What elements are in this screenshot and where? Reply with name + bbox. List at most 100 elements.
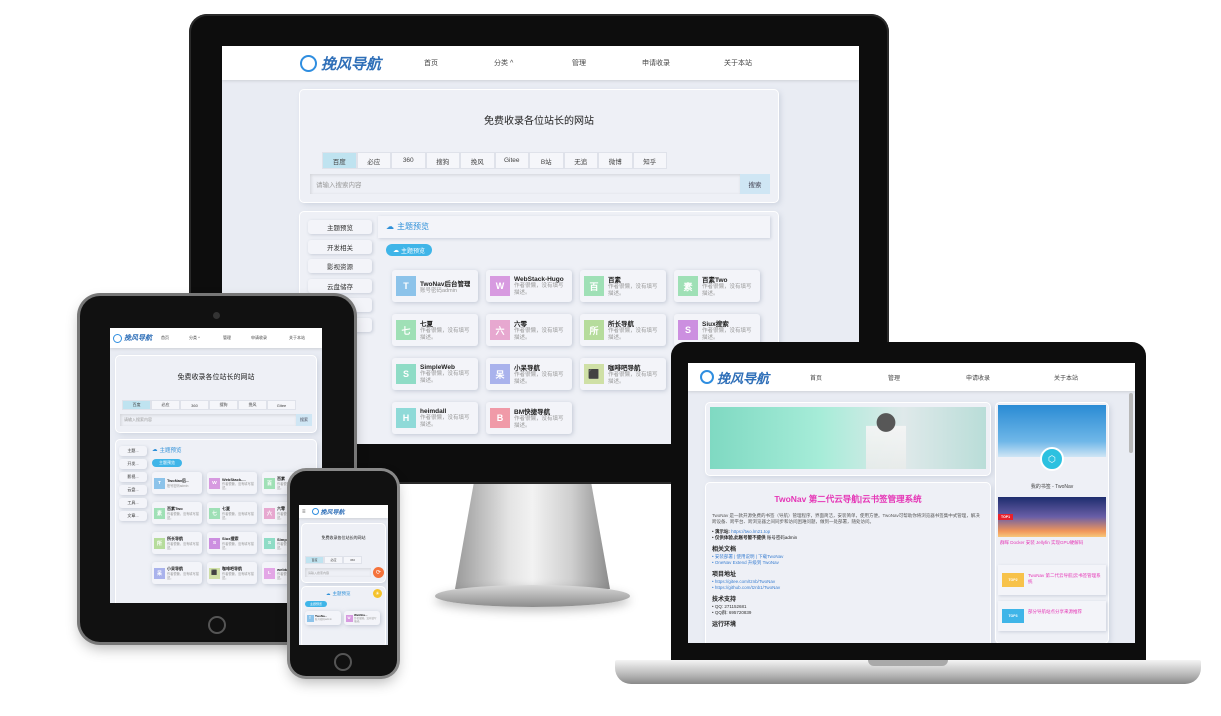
- search-button[interactable]: 搜索: [740, 174, 770, 194]
- section-pill[interactable]: 主题预览: [305, 601, 327, 607]
- site-card[interactable]: W WebStack-Hugo 作者很懒，没有填写描述。: [486, 270, 572, 302]
- blog-logo[interactable]: 挽风导航: [700, 368, 810, 387]
- search-tab[interactable]: B站: [529, 152, 564, 169]
- site-card[interactable]: 七七夏 作者很懒，没有填写描述。: [392, 314, 478, 346]
- search-tab[interactable]: 搜狗: [209, 400, 238, 410]
- search-button[interactable]: 搜索: [296, 414, 312, 426]
- laptop-screen: 挽风导航 首页 管理 申请收录 关于本站 TwoNav 第二代云导航|云书签管理…: [688, 363, 1135, 643]
- demo-link[interactable]: https://two.lm21.top: [731, 529, 770, 534]
- side-post-title[interactable]: 群晖 Docker 安装 Jellyfin 实现GPU硬解码: [1000, 540, 1104, 546]
- addr-link[interactable]: • https://github.com/tznb1/TwoNav: [712, 585, 780, 590]
- avatar[interactable]: ⬡: [1040, 447, 1064, 471]
- search-tab[interactable]: 360: [343, 556, 362, 564]
- nav-about[interactable]: 关于本站: [289, 335, 317, 341]
- addr-link[interactable]: • https://gitee.com/tznb/TwoNav: [712, 579, 775, 584]
- search-tab[interactable]: 360: [391, 152, 426, 169]
- section-pill[interactable]: ☁ 主题预览: [386, 244, 432, 256]
- search-tab[interactable]: 搜狗: [425, 152, 460, 169]
- nav-manage[interactable]: 管理: [888, 373, 966, 382]
- side-post-title[interactable]: 部分导航站点分享来源推荐: [1028, 609, 1104, 615]
- search-tab[interactable]: 百度: [305, 556, 324, 564]
- site-card[interactable]: 素百素Two 作者很懒，没有填写描述。: [674, 270, 760, 302]
- sidebar-item[interactable]: 文章...: [119, 511, 147, 521]
- nav-submit[interactable]: 申请收录: [966, 373, 1054, 382]
- section-pill[interactable]: 主题预览: [152, 459, 182, 467]
- site-card[interactable]: 六六零作者很懒，没有填写描述。: [486, 314, 572, 346]
- card-desc: 作者很懒，没有填写描述。: [222, 512, 254, 520]
- nav-category[interactable]: 分类 ^: [494, 58, 572, 68]
- home-button[interactable]: [208, 616, 226, 634]
- site-card[interactable]: S SimpleWeb 作者很懒，没有填写描述。: [392, 358, 478, 390]
- site-card[interactable]: 所所长导航 作者很懒，没有填写描述。: [152, 532, 202, 554]
- site-card[interactable]: 呆小呆导航 作者很懒，没有填写描述。: [152, 562, 202, 584]
- search-tab[interactable]: Gitee: [494, 152, 529, 169]
- sun-icon[interactable]: ☀: [373, 589, 382, 598]
- post-thumb[interactable]: [998, 497, 1106, 537]
- site-icon: 素: [154, 507, 165, 519]
- site-card[interactable]: 素百素Two 作者很懒，没有填写描述。: [152, 502, 202, 524]
- search-input[interactable]: 请输入搜索内容: [310, 174, 740, 194]
- sidebar-item[interactable]: 影视资源: [308, 259, 372, 273]
- site-card[interactable]: B BM快捷导航 作者很懒，没有填写描述。: [486, 402, 572, 434]
- site-logo[interactable]: 挽风导航: [300, 53, 424, 74]
- site-card[interactable]: 呆小呆导航 作者很懒，没有填写描述。: [486, 358, 572, 390]
- docs-link-upgrade[interactable]: • OneNav Extend 升级到 TwoNav: [712, 560, 779, 566]
- search-tab[interactable]: Gitee: [267, 400, 296, 410]
- section-header: [378, 216, 770, 238]
- search-input[interactable]: 请输入搜索内容: [305, 568, 371, 577]
- nav-submit[interactable]: 申请收录: [642, 58, 724, 68]
- phone-device: ≡ 挽风导航 免费收录各位站长的网站 百度 必应 360 请输入搜索内容 ⟳ ☁ 主题…: [290, 471, 397, 676]
- search-tab[interactable]: 百度: [122, 400, 151, 410]
- sidebar-item[interactable]: 开发...: [119, 459, 147, 469]
- site-card[interactable]: T TwoNa... 账号密码admin: [305, 611, 341, 625]
- sidebar-item[interactable]: 主题...: [119, 446, 147, 456]
- menu-icon[interactable]: ≡: [302, 509, 306, 515]
- card-desc: 账号密码admin: [420, 287, 457, 294]
- sidebar-item[interactable]: 主题预览: [308, 220, 372, 234]
- search-tab[interactable]: 必应: [151, 400, 180, 410]
- sidebar-item[interactable]: 开发相关: [308, 239, 372, 254]
- search-tab[interactable]: 百度: [322, 152, 357, 169]
- site-card[interactable]: Hheimdall 作者很懒，没有填写描述。: [392, 402, 478, 434]
- site-card[interactable]: T TwoNav后... 账号密码admin: [152, 472, 202, 494]
- sidebar-item[interactable]: 云盘...: [119, 485, 147, 495]
- card-desc: 作者很懒，没有填写描述。: [222, 542, 254, 550]
- site-card[interactable]: 百百素作者很懒，没有填写描述。: [580, 270, 666, 302]
- search-tab[interactable]: 必应: [356, 152, 391, 169]
- sidebar-item[interactable]: 云盘储存: [308, 278, 372, 293]
- search-tab[interactable]: 微博: [598, 152, 633, 169]
- search-tab[interactable]: 知乎: [632, 152, 667, 169]
- search-tab[interactable]: 挽风: [238, 400, 267, 410]
- site-card[interactable]: 所所长导航 作者很懒，没有填写描述。: [580, 314, 666, 346]
- sidebar-item[interactable]: 影视...: [119, 472, 147, 482]
- card-title: 六零: [514, 321, 527, 329]
- sidebar-item[interactable]: 工具...: [119, 498, 147, 508]
- nav-about[interactable]: 关于本站: [724, 58, 794, 68]
- nav-manage[interactable]: 管理: [572, 58, 642, 68]
- search-input[interactable]: 请输入搜索内容: [120, 414, 296, 426]
- tablet-logo[interactable]: 挽风导航: [113, 333, 161, 343]
- phone-logo[interactable]: 挽风导航: [311, 507, 345, 516]
- site-card[interactable]: 七七夏 作者很懒，没有填写描述。: [207, 502, 257, 524]
- home-button[interactable]: [334, 653, 352, 671]
- search-tab[interactable]: 无追: [563, 152, 598, 169]
- search-tab[interactable]: 必应: [324, 556, 343, 564]
- search-tab[interactable]: 360: [180, 400, 209, 410]
- nav-home[interactable]: 首页: [810, 373, 888, 382]
- refresh-icon[interactable]: ⟳: [373, 567, 384, 578]
- nav-category[interactable]: 分类 ^: [189, 335, 223, 341]
- site-card[interactable]: ⬛ 咖啡吧导航 作者很懒，没有填写描述。: [580, 358, 666, 390]
- site-card[interactable]: W WebSta... 作者很懒，没有填写描述。: [344, 611, 380, 625]
- site-card[interactable]: ⬛ 咖啡吧导航 作者很懒，没有填写描述。: [207, 562, 257, 584]
- nav-home[interactable]: 首页: [424, 58, 494, 68]
- site-card[interactable]: W WebStack-... 作者很懒，没有填写描述。: [207, 472, 257, 494]
- site-card[interactable]: T TwoNav后台管理 账号密码admin: [392, 270, 478, 302]
- nav-home[interactable]: 首页: [161, 335, 189, 341]
- scrollbar[interactable]: [1129, 393, 1133, 453]
- side-post-title[interactable]: TwoNav 第二代云导航|云书签管理系统: [1028, 573, 1104, 585]
- nav-about[interactable]: 关于本站: [1054, 373, 1124, 382]
- nav-submit[interactable]: 申请收录: [251, 335, 289, 341]
- site-card[interactable]: S Siux搜索 作者很懒，没有填写描述。: [207, 532, 257, 554]
- search-tab[interactable]: 挽风: [460, 152, 495, 169]
- nav-manage[interactable]: 管理: [223, 335, 251, 341]
